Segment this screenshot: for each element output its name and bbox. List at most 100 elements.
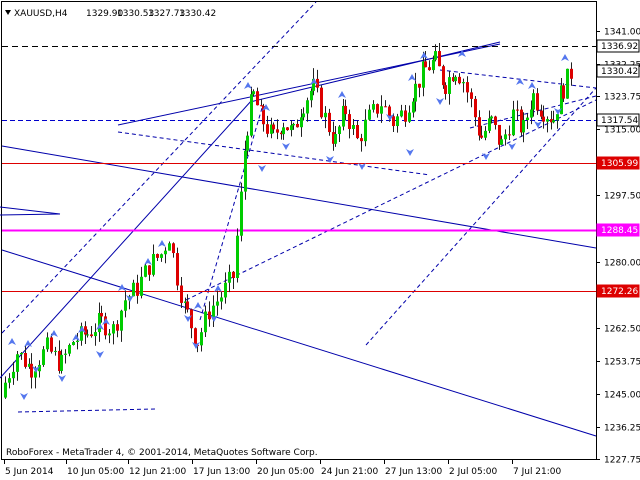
candle-body — [46, 337, 49, 350]
candle-body — [152, 254, 155, 275]
candle-body — [232, 271, 235, 279]
y-tick-label: 1315.00 — [604, 126, 640, 136]
candle-body — [418, 83, 421, 88]
candle-body — [434, 51, 437, 60]
candle-body — [272, 124, 275, 130]
candle — [250, 86, 253, 138]
candle — [320, 85, 323, 119]
candle-body — [24, 352, 27, 367]
candle-body — [512, 109, 515, 136]
candle-body — [458, 76, 461, 84]
candle-body — [484, 130, 487, 138]
candle-body — [408, 112, 411, 122]
level-label-1288.45: 1288.45 — [596, 223, 640, 237]
candle-body — [432, 59, 435, 71]
candle-body — [200, 332, 203, 346]
candle — [144, 263, 147, 278]
candle-body — [352, 125, 355, 129]
candle-body — [132, 282, 135, 297]
candle-body — [50, 337, 53, 352]
candle-body — [108, 333, 111, 336]
candle — [328, 108, 331, 136]
y-tick-label: 1253.75 — [604, 358, 640, 368]
candle-body — [16, 354, 19, 372]
candle-body — [300, 117, 303, 128]
price-chart: 1341.001332.251323.751315.001297.501280.… — [0, 0, 640, 480]
candle-body — [490, 116, 493, 119]
candle-body — [176, 253, 179, 286]
candle-body — [100, 313, 103, 317]
candle-body — [442, 66, 445, 86]
candle-body — [396, 116, 399, 127]
candle-body — [276, 129, 279, 133]
level-label-text: 1288.45 — [601, 226, 638, 236]
level-label-text: 1336.92 — [601, 42, 638, 52]
candle — [176, 247, 179, 291]
y-tick-label: 1323.75 — [604, 93, 640, 103]
candle-body — [290, 125, 293, 131]
x-tick-label: 2 Jul 05:00 — [449, 467, 498, 477]
x-tick-label: 20 Jun 05:00 — [257, 467, 314, 477]
candle-body — [356, 125, 359, 139]
candle-body — [542, 116, 545, 122]
candle-body — [236, 235, 239, 279]
candle-body — [400, 110, 403, 117]
candle-body — [148, 265, 151, 275]
x-tick-label: 12 Jun 21:00 — [129, 467, 186, 477]
y-tick-label: 1280.00 — [604, 259, 640, 269]
candle-body — [190, 309, 193, 329]
candle-body — [526, 117, 529, 121]
candle-body — [508, 134, 511, 136]
candle-body — [144, 265, 147, 277]
candle-body — [412, 101, 415, 113]
candle — [236, 228, 239, 283]
candle-body — [500, 139, 503, 145]
x-tick-label: 27 Jun 13:00 — [385, 467, 442, 477]
candle-body — [60, 354, 63, 371]
candle-body — [246, 135, 249, 151]
candle-body — [360, 138, 363, 142]
candle-body — [172, 243, 175, 254]
candle-body — [54, 350, 57, 352]
candle-body — [120, 310, 123, 331]
x-tick-label: 17 Jun 13:00 — [193, 467, 250, 477]
level-label-1336.92: 1336.92 — [596, 39, 640, 53]
candle-body — [256, 91, 259, 106]
candle-body — [404, 110, 407, 122]
candle-body — [372, 104, 375, 110]
candle-body — [34, 371, 37, 378]
candle-body — [64, 353, 67, 355]
candle-body — [292, 123, 295, 126]
chart-background — [0, 0, 640, 480]
candle-body — [76, 340, 79, 343]
candle-body — [8, 378, 11, 383]
candle-body — [72, 342, 75, 345]
candle-body — [30, 363, 33, 378]
candle-body — [220, 297, 223, 302]
candle-body — [12, 371, 15, 379]
candle-body — [228, 271, 231, 283]
candle-body — [570, 68, 573, 79]
candle-body — [224, 282, 227, 298]
candle-body — [136, 282, 139, 296]
candle-body — [94, 332, 97, 337]
y-tick-label: 1227.75 — [604, 456, 640, 466]
x-tick-label: 10 Jun 05:00 — [67, 467, 124, 477]
candle-body — [466, 82, 469, 93]
candle-body — [364, 119, 367, 142]
candle-body — [302, 113, 305, 118]
candle-body — [250, 94, 253, 136]
candle-body — [516, 109, 519, 111]
y-tick-label: 1262.50 — [604, 325, 640, 335]
level-label-text: 1330.42 — [601, 67, 638, 77]
candle-body — [454, 76, 457, 82]
level-label-text: 1272.26 — [601, 287, 638, 297]
level-label-1330.42: 1330.42 — [596, 64, 640, 78]
candle-body — [334, 134, 337, 144]
candle-body — [540, 110, 543, 117]
candle-body — [368, 109, 371, 120]
candle-body — [116, 324, 119, 331]
candle-body — [286, 127, 289, 131]
candle-body — [428, 67, 431, 71]
candle-body — [328, 112, 331, 133]
